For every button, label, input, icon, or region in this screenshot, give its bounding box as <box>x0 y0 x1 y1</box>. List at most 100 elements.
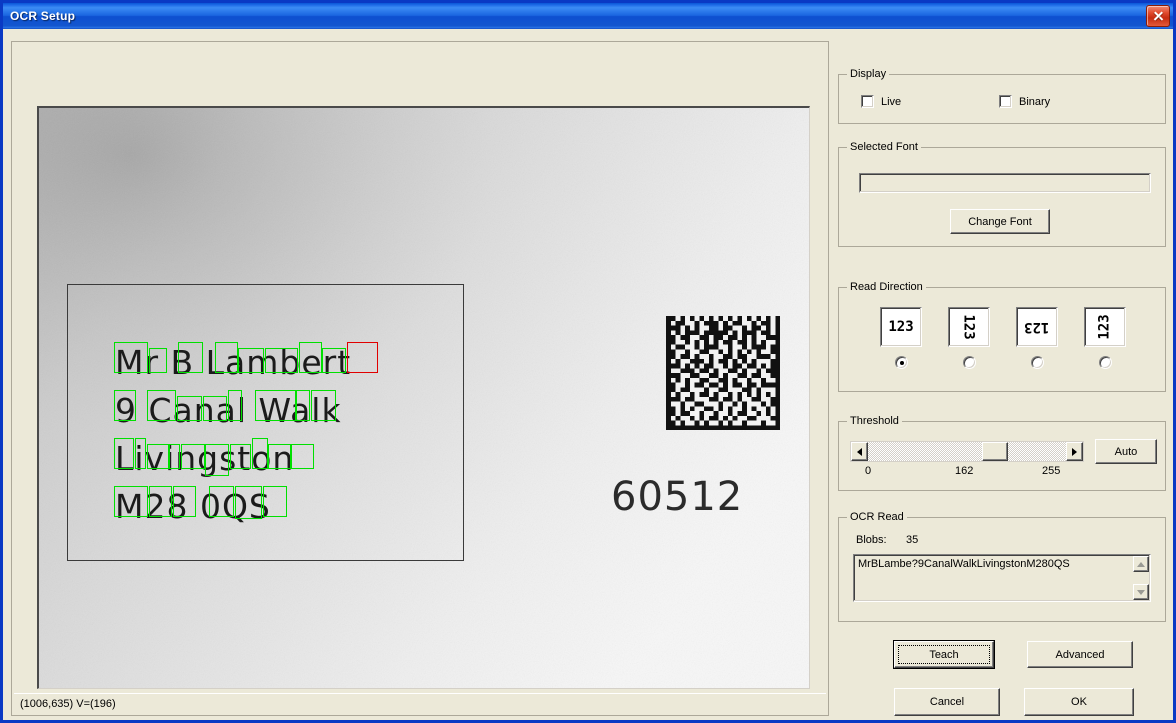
title-bar-buttons <box>1146 5 1173 27</box>
binary-checkbox[interactable]: Binary <box>999 95 1050 108</box>
char-box <box>114 438 134 469</box>
checkbox-icon <box>861 95 874 108</box>
direction-radio-3[interactable] <box>1099 356 1112 369</box>
close-icon[interactable] <box>1146 5 1170 27</box>
char-box-failed <box>347 342 378 373</box>
direction-glyph-3: 123 <box>1096 314 1113 340</box>
threshold-group: Threshold 0 162 255 Auto <box>838 415 1166 491</box>
char-box <box>268 444 291 469</box>
direction-tile-3[interactable]: 123 <box>1084 307 1126 347</box>
char-box <box>209 486 234 517</box>
change-font-button-label: Change Font <box>968 215 1032 228</box>
threshold-value-label: 162 <box>955 465 974 477</box>
advanced-button[interactable]: Advanced <box>1027 641 1133 668</box>
image-panel: Mr B Lambert 9 Canal Walk Livingston M28… <box>11 41 829 716</box>
dialog-client-area: Mr B Lambert 9 Canal Walk Livingston M28… <box>3 29 1173 720</box>
threshold-auto-button[interactable]: Auto <box>1095 439 1157 464</box>
direction-glyph-2: 123 <box>1024 319 1050 335</box>
ocr-setup-window: OCR Setup Mr B Lambert 9 Canal Walk Livi… <box>0 0 1176 723</box>
char-box <box>263 486 287 517</box>
ocr-read-group: OCR Read Blobs: 35 MrBLambe?9CanalWalkLi… <box>838 511 1166 622</box>
char-box <box>181 444 205 469</box>
direction-tile-2[interactable]: 123 <box>1016 307 1058 347</box>
char-box <box>149 486 172 517</box>
selected-font-group: Selected Font Change Font <box>838 141 1166 247</box>
threshold-thumb[interactable] <box>982 442 1008 461</box>
scroll-down-icon[interactable] <box>1133 584 1149 600</box>
live-checkbox[interactable]: Live <box>861 95 901 108</box>
part-number-text: 60512 <box>611 474 744 520</box>
ocr-read-group-title: OCR Read <box>847 511 907 523</box>
char-box <box>252 438 268 469</box>
coordinate-readout: (1006,635) V=(196) <box>20 697 116 710</box>
char-box <box>114 342 148 373</box>
selected-font-group-title: Selected Font <box>847 141 921 153</box>
ocr-result-textarea[interactable]: MrBLambe?9CanalWalkLivingstonM280QS <box>853 554 1151 602</box>
live-checkbox-label: Live <box>881 95 902 108</box>
char-box <box>114 486 148 517</box>
char-box <box>114 390 136 421</box>
change-font-button[interactable]: Change Font <box>950 209 1050 234</box>
direction-tile-0[interactable]: 123 <box>880 307 922 347</box>
cancel-button[interactable]: Cancel <box>894 688 1000 716</box>
char-box <box>177 396 202 421</box>
char-box <box>255 390 296 421</box>
threshold-group-title: Threshold <box>847 415 902 427</box>
char-box <box>311 390 336 421</box>
display-group: Display Live Binary <box>838 68 1166 124</box>
char-box <box>235 486 262 519</box>
advanced-button-label: Advanced <box>1055 648 1105 661</box>
scroll-up-icon[interactable] <box>1133 556 1149 572</box>
threshold-increase-button[interactable] <box>1066 442 1083 461</box>
char-box <box>228 390 242 421</box>
status-bar: (1006,635) V=(196) <box>14 693 826 713</box>
display-group-title: Display <box>847 68 890 80</box>
teach-button[interactable]: Teach <box>893 640 995 669</box>
threshold-decrease-button[interactable] <box>851 442 868 461</box>
direction-glyph-0: 123 <box>888 319 914 335</box>
blobs-value: 35 <box>906 534 919 546</box>
char-box <box>215 342 238 373</box>
char-box <box>203 396 227 421</box>
char-box <box>322 348 346 373</box>
ok-button-label: OK <box>1071 696 1087 708</box>
char-box <box>178 342 203 373</box>
char-box <box>173 486 196 517</box>
direction-radio-0[interactable] <box>895 356 908 369</box>
direction-tile-1[interactable]: 123 <box>948 307 990 347</box>
threshold-max-label: 255 <box>1042 465 1061 477</box>
char-box <box>147 390 176 421</box>
char-box <box>147 444 169 469</box>
char-box <box>169 444 180 469</box>
threshold-slider[interactable] <box>850 441 1084 462</box>
image-view[interactable]: Mr B Lambert 9 Canal Walk Livingston M28… <box>37 106 810 689</box>
ok-button[interactable]: OK <box>1024 688 1134 716</box>
title-bar: OCR Setup <box>3 3 1173 29</box>
char-box <box>265 348 298 373</box>
char-box <box>238 348 264 373</box>
threshold-min-label: 0 <box>865 465 872 477</box>
checkbox-icon <box>999 95 1012 108</box>
char-box <box>135 438 146 469</box>
datamatrix-code <box>666 316 780 430</box>
direction-glyph-1: 123 <box>960 314 977 340</box>
direction-radio-1[interactable] <box>963 356 976 369</box>
threshold-auto-label: Auto <box>1114 445 1138 458</box>
cancel-button-label: Cancel <box>929 696 965 708</box>
blobs-label: Blobs: <box>856 534 887 546</box>
read-direction-group: Read Direction 123 123 123 123 <box>838 281 1166 392</box>
char-box <box>291 444 314 469</box>
char-box <box>205 444 229 476</box>
read-direction-group-title: Read Direction <box>847 281 926 293</box>
char-box <box>299 342 322 373</box>
binary-checkbox-label: Binary <box>1019 95 1051 108</box>
focus-rect <box>898 645 990 664</box>
char-box <box>230 444 251 469</box>
ocr-result-scrollbar[interactable] <box>1133 556 1149 600</box>
char-box <box>149 348 167 373</box>
window-title: OCR Setup <box>10 9 76 23</box>
selected-font-field[interactable] <box>859 173 1151 193</box>
ocr-result-text: MrBLambe?9CanalWalkLivingstonM280QS <box>858 558 1070 570</box>
direction-radio-2[interactable] <box>1031 356 1044 369</box>
char-box <box>296 390 310 421</box>
